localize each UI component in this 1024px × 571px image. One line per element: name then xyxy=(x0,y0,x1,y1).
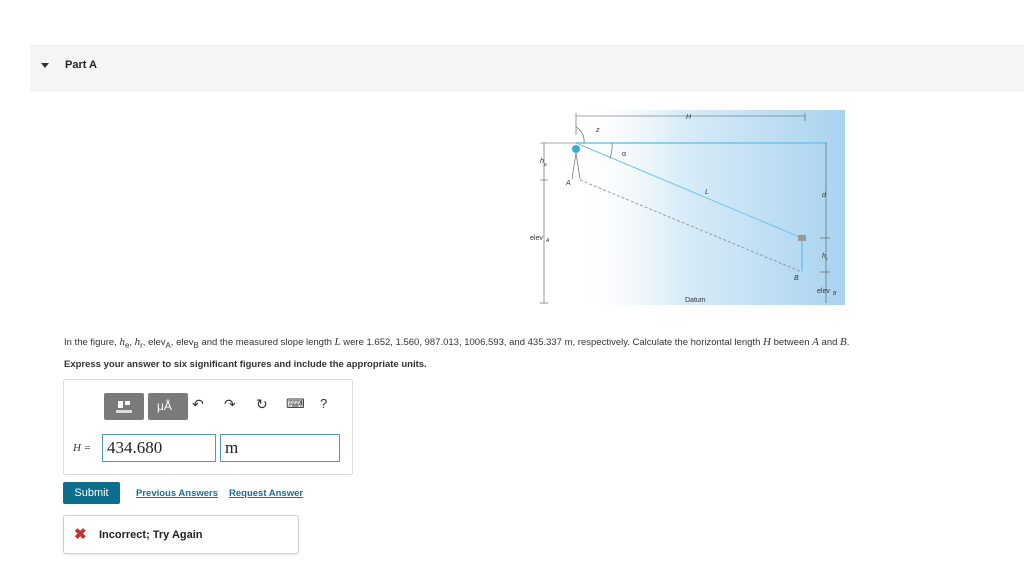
submit-button[interactable]: Submit xyxy=(63,482,120,504)
label-he-sub: e xyxy=(544,162,547,168)
feedback-box: ✖ Incorrect; Try Again xyxy=(63,515,299,554)
templates-button[interactable] xyxy=(104,393,144,420)
problem-text: In the figure, he, hr, elevA, elevB and … xyxy=(64,336,850,350)
units-icon: μÅ xyxy=(157,399,172,413)
undo-icon[interactable]: ↶ xyxy=(192,396,204,413)
keyboard-icon[interactable]: ⌨ xyxy=(286,396,305,412)
answer-label: H = xyxy=(73,442,92,454)
answer-box: μÅ ↶ ↷ ↻ ⌨ ? H = 434.680 m xyxy=(63,379,353,475)
part-title: Part A xyxy=(65,59,97,71)
units-button[interactable]: μÅ xyxy=(148,393,188,420)
label-z: z xyxy=(595,127,600,134)
instrument-a-icon xyxy=(572,145,580,153)
x-mark-icon: ✖ xyxy=(74,526,87,543)
label-datum: Datum xyxy=(685,297,706,304)
part-header[interactable]: Part A xyxy=(30,45,1024,92)
target-b-icon xyxy=(798,235,806,241)
label-alpha: α xyxy=(622,151,626,158)
request-answer-link[interactable]: Request Answer xyxy=(229,488,303,499)
previous-answers-link[interactable]: Previous Answers xyxy=(136,488,218,499)
reset-icon[interactable]: ↻ xyxy=(256,396,268,413)
label-elev-a: elev xyxy=(530,235,543,242)
help-button[interactable]: ? xyxy=(320,396,327,411)
label-l: L xyxy=(705,189,709,196)
redo-icon[interactable]: ↷ xyxy=(224,396,236,413)
label-a: A xyxy=(565,180,571,187)
answer-unit-input[interactable]: m xyxy=(220,434,340,462)
problem-figure: H z α h e A L d elev A h r B elev B Datu… xyxy=(530,110,845,305)
label-elev-b: elev xyxy=(817,288,830,295)
answer-value-input[interactable]: 434.680 xyxy=(102,434,216,462)
feedback-text: Incorrect; Try Again xyxy=(99,529,203,541)
sky-background xyxy=(570,110,845,305)
label-b: B xyxy=(794,275,799,282)
collapse-caret-icon[interactable] xyxy=(41,63,49,68)
instruction-text: Express your answer to six significant f… xyxy=(64,359,427,370)
label-elev-a-sub: A xyxy=(545,238,550,244)
templates-icon xyxy=(116,401,132,413)
